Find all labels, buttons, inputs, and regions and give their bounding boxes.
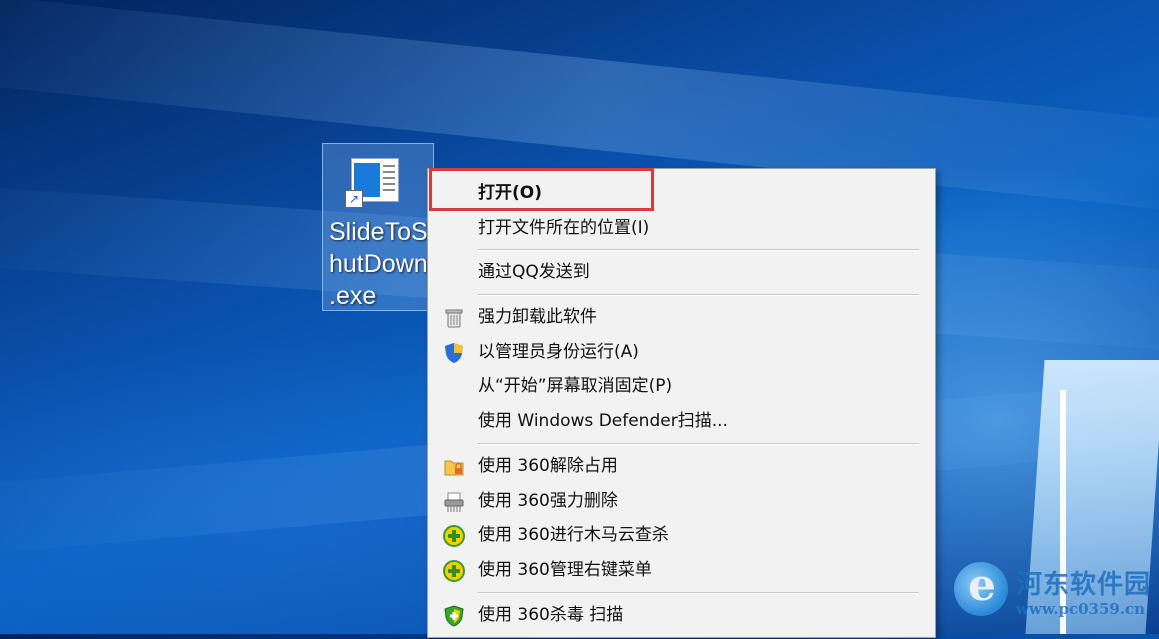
menu-item-label: 使用 360杀毒 扫描 [478,605,624,625]
menu-item-label: 通过QQ发送到 [478,262,590,282]
watermark-logo-icon [954,560,1008,616]
menu-item-run-as-admin[interactable]: 以管理员身份运行(A) [428,335,935,369]
menu-separator [478,249,919,251]
360-plus-icon [443,560,465,582]
menu-separator [478,294,919,296]
uac-shield-icon [443,342,465,364]
folder-lock-icon [443,456,465,478]
menu-item-force-uninstall[interactable]: 强力卸载此软件 [428,300,935,334]
menu-item-label: 打开文件所在的位置(I) [478,218,650,238]
watermark-site-name: 河东软件园 [1016,570,1152,600]
shredder-icon [443,491,465,513]
menu-item-label: 以管理员身份运行(A) [478,342,639,362]
menu-item-label: 从“开始”屏幕取消固定(P) [478,376,673,396]
menu-item-send-via-qq[interactable]: 通过QQ发送到 [428,255,935,289]
shortcut-arrow-icon: ↗ [345,190,363,208]
menu-separator [478,592,919,594]
watermark-url: www.pc0359.cn [1016,600,1146,618]
menu-item-360-trojan-scan[interactable]: 使用 360进行木马云查杀 [428,518,935,552]
menu-separator [478,443,919,445]
360-shield-icon [443,605,465,627]
watermark: 河东软件园 www.pc0359.cn [950,560,1155,630]
menu-item-360-unlock[interactable]: 使用 360解除占用 [428,449,935,483]
menu-item-label: 打开(O) [478,183,542,203]
menu-item-label: 使用 360进行木马云查杀 [478,525,669,545]
menu-item-label: 使用 Windows Defender扫描... [478,411,728,431]
menu-item-label: 使用 360管理右键菜单 [478,560,652,580]
trash-icon [443,307,465,329]
menu-item-label: 使用 360解除占用 [478,456,618,476]
context-menu: 打开(O) 打开文件所在的位置(I) 通过QQ发送到 强力卸载此软件 以管理员身… [427,168,936,638]
desktop-icon-label: SlideToS hutDown .exe [329,218,428,310]
menu-item-open[interactable]: 打开(O) [428,176,935,210]
desktop-icon-slidetoshutdown[interactable]: ↗ SlideToS hutDown .exe [322,143,434,311]
menu-item-open-file-location[interactable]: 打开文件所在的位置(I) [428,211,935,245]
menu-item-label: 使用 360强力删除 [478,491,618,511]
menu-item-unpin-from-start[interactable]: 从“开始”屏幕取消固定(P) [428,369,935,403]
menu-item-360-antivirus-scan[interactable]: 使用 360杀毒 扫描 [428,598,935,632]
360-plus-icon [443,525,465,547]
menu-item-360-manage-context-menu[interactable]: 使用 360管理右键菜单 [428,553,935,587]
application-icon: ↗ [345,156,405,208]
menu-item-label: 强力卸载此软件 [478,307,597,327]
menu-item-360-force-delete[interactable]: 使用 360强力删除 [428,484,935,518]
menu-item-windows-defender-scan[interactable]: 使用 Windows Defender扫描... [428,404,935,438]
